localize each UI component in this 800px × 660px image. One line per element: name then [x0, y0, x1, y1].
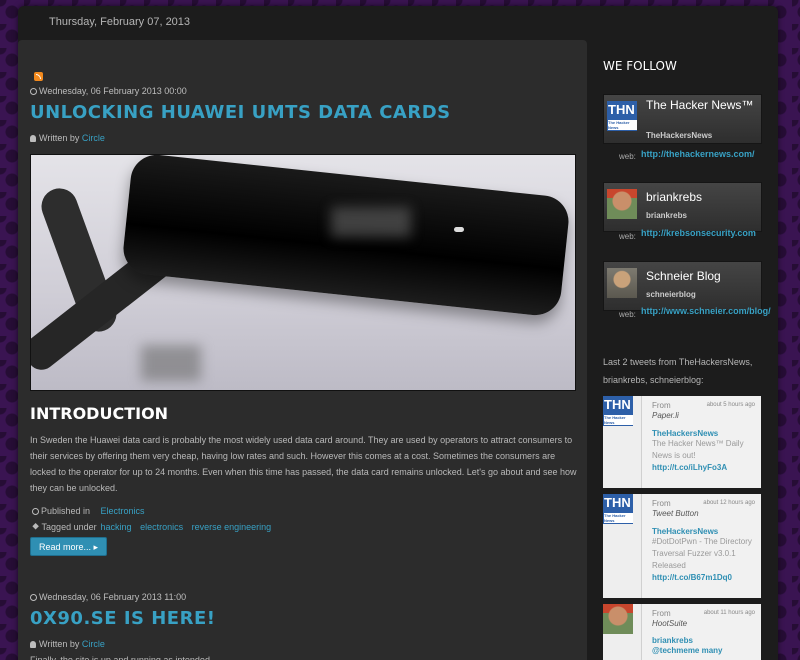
follow-name[interactable]: The Hacker News™ — [646, 99, 753, 111]
follow-card[interactable]: briankrebs briankrebs — [603, 182, 762, 232]
clock-icon — [30, 594, 37, 601]
page-frame: Thursday, February 07, 2013 Wednesday, 0… — [18, 6, 778, 660]
post-title[interactable]: UNLOCKING HUAWEI UMTS DATA CARDS — [30, 102, 451, 123]
follow-handle: briankrebs — [646, 211, 687, 220]
follow-card[interactable]: Schneier Blog schneierblog — [603, 261, 762, 311]
tweet: THN The Hacker News From about 12 hours a… — [603, 494, 761, 598]
tag-link[interactable]: hacking — [101, 522, 132, 532]
tweet-body: From about 11 hours ago HootSuite briank… — [641, 604, 761, 660]
follow-handle: TheHackersNews — [646, 131, 713, 140]
tweet-body: From about 5 hours ago Paper.li TheHacke… — [641, 396, 761, 488]
tweet-user[interactable]: TheHackersNews — [652, 429, 755, 438]
follow-card[interactable]: THN The Hacker News The Hacker News™ TheH… — [603, 94, 762, 144]
post-date: Wednesday, 06 February 2013 00:00 — [30, 86, 187, 96]
tweet-link[interactable]: http://t.co/B67m1Dq0 — [652, 572, 755, 584]
tweet-source: Paper.li — [652, 411, 679, 420]
tweet-time: about 11 hours ago — [703, 610, 755, 616]
tag-link[interactable]: electronics — [140, 522, 183, 532]
header-date: Thursday, February 07, 2013 — [49, 16, 191, 28]
user-icon — [30, 641, 36, 648]
rss-icon[interactable] — [34, 72, 43, 81]
tweet-source: HootSuite — [652, 619, 688, 628]
web-label: web: — [619, 310, 636, 319]
follow-url[interactable]: http://krebsonsecurity.com — [641, 227, 766, 240]
tag-icon: ⯁ — [32, 522, 42, 532]
avatar — [607, 189, 637, 219]
avatar — [603, 604, 633, 634]
follow-url[interactable]: http://thehackernews.com/ — [641, 148, 766, 161]
tag-link[interactable]: reverse engineering — [192, 522, 272, 532]
web-label: web: — [619, 152, 636, 161]
tweet-user[interactable]: TheHackersNews — [652, 527, 755, 536]
tweet-text: #DotDotPwn - The Directory Traversal Fuz… — [652, 537, 752, 570]
category-link[interactable]: Electronics — [101, 506, 145, 516]
section-heading: INTRODUCTION — [30, 404, 169, 423]
user-icon — [30, 135, 36, 142]
read-more-button[interactable]: Read more... ▸ — [30, 537, 108, 556]
tweet-time: about 5 hours ago — [706, 402, 755, 408]
post-date: Wednesday, 06 February 2013 11:00 — [30, 592, 186, 602]
sidebar-title: WE FOLLOW — [603, 59, 677, 73]
tweet-user[interactable]: briankrebs — [652, 636, 755, 645]
post-excerpt: Finally, the site is up and running as i… — [30, 655, 213, 660]
follow-handle: schneierblog — [646, 290, 696, 299]
tweets-heading: Last 2 tweets from TheHackersNews, brian… — [603, 357, 753, 385]
post-author-line: Written by Circle — [30, 133, 105, 143]
author-link[interactable]: Circle — [82, 133, 105, 143]
tweet: THN The Hacker News From about 5 hours ag… — [603, 396, 761, 488]
info-icon — [32, 508, 39, 515]
follow-url[interactable]: http://www.schneier.com/blog/ — [641, 305, 771, 318]
post-author-line: Written by Circle — [30, 639, 105, 649]
sidebar: WE FOLLOW THN The Hacker News The Hacker … — [587, 40, 778, 660]
tagged-under-row: ⯁ Tagged under hacking electronics rever… — [32, 522, 272, 532]
tweet: From about 11 hours ago HootSuite briank… — [603, 604, 761, 660]
follow-name[interactable]: briankrebs — [646, 191, 702, 203]
tweet-text: The Hacker News™ Daily News is out! — [652, 439, 744, 460]
post-image — [30, 154, 576, 391]
clock-icon — [30, 88, 37, 95]
follow-name[interactable]: Schneier Blog — [646, 270, 721, 282]
avatar: THN The Hacker News — [607, 101, 637, 131]
tweet-source: Tweet Button — [652, 509, 699, 518]
post-title[interactable]: 0X90.SE IS HERE! — [30, 608, 215, 629]
main-content: Wednesday, 06 February 2013 00:00 UNLOCK… — [18, 40, 587, 660]
avatar: THN The Hacker News — [603, 396, 633, 426]
tweet-link[interactable]: http://t.co/iLhyFo3A — [652, 462, 755, 474]
tweet-body: From about 12 hours ago Tweet Button The… — [641, 494, 761, 598]
avatar: THN The Hacker News — [603, 494, 633, 524]
published-in-row: Published in Electronics — [32, 506, 151, 516]
author-link[interactable]: Circle — [82, 639, 105, 649]
web-label: web: — [619, 232, 636, 241]
post-excerpt: In Sweden the Huawei data card is probab… — [30, 435, 577, 493]
tweet-time: about 12 hours ago — [703, 500, 755, 506]
tweet-text[interactable]: @techmeme many — [652, 645, 755, 657]
avatar — [607, 268, 637, 298]
